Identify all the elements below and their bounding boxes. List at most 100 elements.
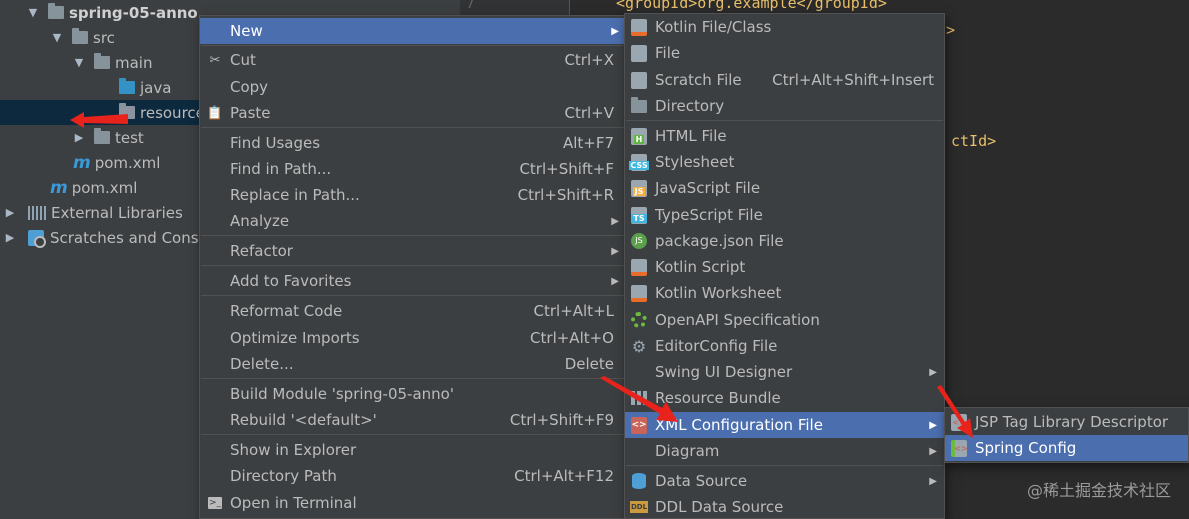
menu-item-scratch-file[interactable]: Scratch File Ctrl+Alt+Shift+Insert [625, 67, 944, 93]
submenu-arrow-icon: ▶ [611, 275, 619, 287]
menu-item-package-json[interactable]: JS package.json File [625, 228, 944, 254]
menu-item-data-source[interactable]: Data Source ▶ [625, 468, 944, 494]
xml-config-submenu: <> JSP Tag Library Descriptor <> Spring … [944, 407, 1189, 463]
scratches-icon [28, 229, 46, 248]
menu-separator [201, 235, 625, 236]
menu-item-label: Replace in Path... [230, 186, 360, 204]
code-fragment: ctId> [951, 132, 997, 150]
menu-item-label: Data Source [655, 472, 748, 490]
library-icon [28, 205, 46, 220]
menu-item-label: HTML File [655, 127, 727, 145]
menu-item-typescript-file[interactable]: TS TypeScript File [625, 202, 944, 228]
database-icon [630, 472, 648, 490]
chevron-down-icon[interactable]: ▼ [72, 56, 86, 69]
kotlin-worksheet-icon [630, 284, 648, 302]
menu-shortcut: Ctrl+Alt+Shift+Insert [772, 71, 934, 89]
annotation-arrow [937, 385, 973, 438]
menu-item-label: Directory [655, 97, 725, 115]
clipboard-icon: 📋 [206, 105, 224, 121]
spring-config-icon: <> [950, 439, 968, 457]
menu-item-directory-path[interactable]: Directory Path Ctrl+Alt+F12 [200, 463, 626, 489]
menu-item-rebuild[interactable]: Rebuild '<default>' Ctrl+Shift+F9 [200, 407, 626, 433]
scissors-icon: ✂ [209, 52, 221, 68]
menu-item-find-in-path[interactable]: Find in Path... Ctrl+Shift+F [200, 156, 626, 182]
menu-item-analyze[interactable]: Analyze ▶ [200, 208, 626, 234]
gear-icon: ⚙ [631, 336, 647, 356]
menu-item-diagram[interactable]: Diagram ▶ [625, 438, 944, 464]
menu-item-directory[interactable]: Directory [625, 93, 944, 119]
menu-item-reformat-code[interactable]: Reformat Code Ctrl+Alt+L [200, 298, 626, 324]
tree-item-label: pom.xml [71, 178, 138, 197]
annotation-arrow [70, 112, 128, 128]
scratch-file-icon [630, 71, 648, 89]
tree-item-label: main [115, 53, 153, 72]
tree-item-label: src [93, 28, 115, 47]
menu-separator [626, 465, 943, 466]
menu-item-label: OpenAPI Specification [655, 311, 820, 329]
menu-item-show-in-explorer[interactable]: Show in Explorer [200, 437, 626, 463]
menu-item-label: DDL Data Source [655, 498, 784, 516]
menu-item-kotlin-file[interactable]: Kotlin File/Class [625, 14, 944, 40]
menu-item-cut[interactable]: ✂ Cut Ctrl+X [200, 47, 626, 73]
menu-item-label: Paste [230, 104, 271, 122]
javascript-file-icon: JS [630, 179, 648, 197]
tree-item-label: pom.xml [94, 153, 161, 172]
chevron-down-icon[interactable]: ▼ [26, 6, 40, 19]
menu-item-paste[interactable]: 📋 Paste Ctrl+V [200, 100, 626, 126]
menu-item-label: Build Module 'spring-05-anno' [230, 385, 454, 403]
menu-shortcut: Ctrl+Alt+L [533, 302, 615, 320]
menu-item-label: TypeScript File [655, 206, 763, 224]
menu-item-jsp-tag[interactable]: <> JSP Tag Library Descriptor [945, 409, 1188, 435]
menu-item-label: Kotlin Worksheet [655, 284, 782, 302]
menu-item-label: File [655, 44, 681, 62]
menu-item-openapi[interactable]: OpenAPI Specification [625, 307, 944, 333]
chevron-right-icon[interactable]: ▶ [3, 231, 17, 244]
submenu-arrow-icon: ▶ [929, 445, 937, 457]
menu-item-kotlin-script[interactable]: Kotlin Script [625, 254, 944, 280]
menu-separator [626, 120, 943, 121]
menu-item-replace-in-path[interactable]: Replace in Path... Ctrl+Shift+R [200, 182, 626, 208]
code-fragment: > [946, 21, 956, 39]
css-file-icon: CSS [629, 153, 649, 171]
menu-item-label: Kotlin File/Class [655, 18, 772, 36]
menu-item-editorconfig[interactable]: ⚙ EditorConfig File [625, 333, 944, 359]
maven-icon: m [73, 152, 91, 173]
file-icon [630, 44, 648, 62]
kotlin-script-icon [630, 258, 648, 276]
menu-shortcut: Alt+F7 [562, 134, 614, 152]
folder-icon [630, 96, 648, 115]
menu-item-find-usages[interactable]: Find Usages Alt+F7 [200, 130, 626, 156]
menu-item-ddl-data-source[interactable]: DDL DDL Data Source [625, 494, 944, 519]
submenu-arrow-icon: ▶ [929, 475, 937, 487]
menu-item-label: Stylesheet [655, 153, 735, 171]
menu-item-copy[interactable]: Copy [200, 74, 626, 100]
menu-item-add-to-favorites[interactable]: Add to Favorites ▶ [200, 268, 626, 294]
tree-item-label: External Libraries [51, 203, 183, 222]
kotlin-file-icon [630, 18, 648, 36]
menu-item-file[interactable]: File [625, 40, 944, 66]
chevron-right-icon[interactable]: ▶ [3, 206, 17, 219]
menu-shortcut: Ctrl+Shift+F [519, 160, 614, 178]
tree-item-label: test [115, 128, 144, 147]
menu-item-optimize-imports[interactable]: Optimize Imports Ctrl+Alt+O [200, 325, 626, 351]
menu-item-refactor[interactable]: Refactor ▶ [200, 238, 626, 264]
menu-item-label: New [230, 22, 263, 40]
menu-item-build-module[interactable]: Build Module 'spring-05-anno' [200, 381, 626, 407]
chevron-down-icon[interactable]: ▼ [50, 31, 64, 44]
menu-shortcut: Ctrl+X [564, 51, 614, 69]
menu-item-delete[interactable]: Delete... Delete [200, 351, 626, 377]
menu-item-kotlin-worksheet[interactable]: Kotlin Worksheet [625, 280, 944, 306]
folder-icon [94, 128, 110, 144]
menu-item-label: Copy [230, 78, 269, 96]
menu-item-stylesheet[interactable]: CSS Stylesheet [625, 149, 944, 175]
menu-item-label: Diagram [655, 442, 720, 460]
chevron-right-icon[interactable]: ▶ [72, 131, 86, 144]
menu-item-open-in-terminal[interactable]: >_ Open in Terminal [200, 490, 626, 516]
menu-item-label: Directory Path [230, 467, 337, 485]
folder-icon [72, 28, 88, 44]
menu-shortcut: Ctrl+Alt+F12 [514, 467, 614, 485]
menu-item-html-file[interactable]: H HTML File [625, 123, 944, 149]
menu-item-spring-config[interactable]: <> Spring Config [945, 435, 1188, 461]
menu-item-new[interactable]: New ▶ [200, 18, 626, 44]
menu-item-javascript-file[interactable]: JS JavaScript File [625, 175, 944, 201]
